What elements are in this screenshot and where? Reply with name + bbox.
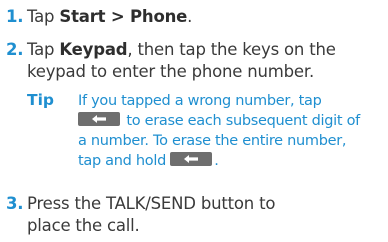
step-line: place the call. (27, 216, 140, 235)
step-text: Tap Start > Phone. (27, 6, 382, 28)
step-text: Tap Keypad, then tap the keys on the key… (27, 39, 382, 83)
step-1: 1. Tap Start > Phone. (0, 6, 388, 28)
step-3: 3. Press the TALK/SEND button to place t… (0, 193, 388, 237)
text-suffix: . (187, 7, 193, 26)
tip-line: to erase each subsequent digit of (78, 111, 383, 131)
tip-line: If you tapped a wrong number, tap (78, 93, 322, 109)
tip-label: Tip (27, 91, 54, 109)
text-suffix: to erase each subsequent digit of (126, 113, 360, 129)
bold-term: Start > Phone (59, 7, 188, 26)
step-line: Tap Keypad, then tap the keys on the (27, 39, 382, 61)
bold-term: Keypad (59, 40, 128, 59)
backspace-key-icon (78, 112, 120, 126)
step-line: keypad to enter the phone number. (27, 62, 314, 81)
tip-text: If you tapped a wrong number, tap to era… (78, 91, 383, 171)
tip-block: Tip If you tapped a wrong number, tap to… (27, 91, 387, 187)
backspace-key-icon (170, 152, 213, 166)
step-number: 2. (6, 40, 24, 59)
step-number: 1. (6, 7, 24, 26)
text-suffix: . (214, 153, 219, 169)
text-suffix: , then tap the keys on the (127, 40, 336, 59)
step-number: 3. (6, 194, 24, 213)
tip-line: a number. To erase the entire number, (78, 133, 347, 149)
tip-line: tap and hold . (78, 151, 383, 171)
step-2: 2. Tap Keypad, then tap the keys on the … (0, 39, 388, 83)
step-line: Press the TALK/SEND button to (27, 194, 276, 213)
step-line: Tap Start > Phone. (27, 6, 382, 28)
text-prefix: tap and hold (78, 153, 166, 169)
text-prefix: Tap (27, 40, 60, 59)
text-prefix: Tap (27, 7, 60, 26)
step-text: Press the TALK/SEND button to place the … (27, 193, 382, 237)
